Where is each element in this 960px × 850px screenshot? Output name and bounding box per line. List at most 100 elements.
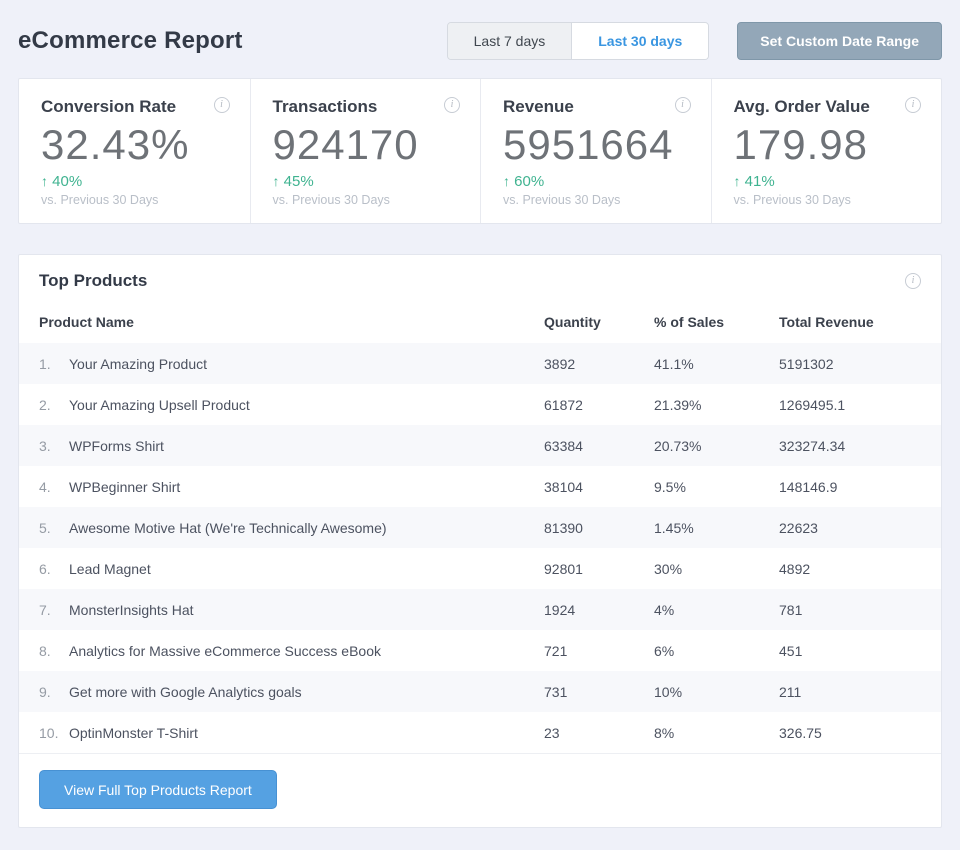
percent-of-sales-cell: 21.39% — [654, 397, 779, 413]
top-products-title: Top Products — [39, 271, 147, 291]
stat-compare-label: vs. Previous 30 Days — [734, 193, 922, 207]
percent-of-sales-cell: 4% — [654, 602, 779, 618]
product-name: WPBeginner Shirt — [69, 479, 180, 495]
percent-of-sales-cell: 41.1% — [654, 356, 779, 372]
stat-change: ↑ 40% — [41, 173, 230, 190]
stat-change-value: 40% — [52, 173, 82, 190]
row-index: 2. — [39, 397, 69, 413]
product-name-cell: 10. OptinMonster T-Shirt — [39, 725, 544, 741]
product-name-cell: 7. MonsterInsights Hat — [39, 602, 544, 618]
info-icon[interactable]: i — [905, 273, 921, 289]
info-icon[interactable]: i — [214, 97, 230, 113]
product-name-cell: 2. Your Amazing Upsell Product — [39, 397, 544, 413]
total-revenue-cell: 781 — [779, 602, 921, 618]
top-products-card: Top Products i Product Name Quantity % o… — [18, 254, 942, 828]
set-custom-date-range-button[interactable]: Set Custom Date Range — [737, 22, 942, 60]
quantity-cell: 61872 — [544, 397, 654, 413]
table-row: 3. WPForms Shirt 63384 20.73% 323274.34 — [19, 425, 941, 466]
product-name-cell: 6. Lead Magnet — [39, 561, 544, 577]
stat-card-header: Conversion Rate i — [41, 97, 230, 117]
tab-last-30-days[interactable]: Last 30 days — [571, 23, 708, 59]
row-index: 3. — [39, 438, 69, 454]
table-row: 6. Lead Magnet 92801 30% 4892 — [19, 548, 941, 589]
percent-of-sales-cell: 8% — [654, 725, 779, 741]
total-revenue-cell: 4892 — [779, 561, 921, 577]
total-revenue-cell: 5191302 — [779, 356, 921, 372]
stat-value: 179.98 — [734, 123, 922, 167]
product-name-cell: 4. WPBeginner Shirt — [39, 479, 544, 495]
info-icon[interactable]: i — [905, 97, 921, 113]
tab-last-7-days[interactable]: Last 7 days — [448, 23, 572, 59]
product-name: Your Amazing Upsell Product — [69, 397, 250, 413]
stat-value: 924170 — [273, 123, 461, 167]
product-name-cell: 5. Awesome Motive Hat (We're Technically… — [39, 520, 544, 536]
stat-title: Transactions — [273, 97, 378, 117]
table-row: 10. OptinMonster T-Shirt 23 8% 326.75 — [19, 712, 941, 753]
product-name-cell: 1. Your Amazing Product — [39, 356, 544, 372]
table-row: 7. MonsterInsights Hat 1924 4% 781 — [19, 589, 941, 630]
column-header-percent-of-sales: % of Sales — [654, 314, 779, 330]
total-revenue-cell: 323274.34 — [779, 438, 921, 454]
stat-change-value: 41% — [745, 173, 775, 190]
up-arrow-icon: ↑ — [503, 173, 510, 189]
stat-value: 5951664 — [503, 123, 691, 167]
info-icon[interactable]: i — [675, 97, 691, 113]
up-arrow-icon: ↑ — [41, 173, 48, 189]
percent-of-sales-cell: 1.45% — [654, 520, 779, 536]
date-range-tabs: Last 7 days Last 30 days — [447, 22, 710, 60]
stat-compare-label: vs. Previous 30 Days — [503, 193, 691, 207]
info-icon[interactable]: i — [444, 97, 460, 113]
product-name: Analytics for Massive eCommerce Success … — [69, 643, 381, 659]
stats-summary: Conversion Rate i 32.43% ↑ 40% vs. Previ… — [18, 78, 942, 224]
product-name-cell: 8. Analytics for Massive eCommerce Succe… — [39, 643, 544, 659]
date-range-controls: Last 7 days Last 30 days Set Custom Date… — [447, 22, 942, 60]
view-full-top-products-report-button[interactable]: View Full Top Products Report — [39, 770, 277, 809]
product-name: MonsterInsights Hat — [69, 602, 194, 618]
row-index: 7. — [39, 602, 69, 618]
total-revenue-cell: 211 — [779, 684, 921, 700]
stat-card: Transactions i 924170 ↑ 45% vs. Previous… — [250, 79, 481, 223]
column-header-quantity: Quantity — [544, 314, 654, 330]
table-header-row: Product Name Quantity % of Sales Total R… — [19, 301, 941, 343]
stat-card-header: Avg. Order Value i — [734, 97, 922, 117]
stat-change: ↑ 60% — [503, 173, 691, 190]
quantity-cell: 721 — [544, 643, 654, 659]
stat-value: 32.43% — [41, 123, 230, 167]
quantity-cell: 38104 — [544, 479, 654, 495]
table-row: 8. Analytics for Massive eCommerce Succe… — [19, 630, 941, 671]
product-name: Awesome Motive Hat (We're Technically Aw… — [69, 520, 387, 536]
product-name: OptinMonster T-Shirt — [69, 725, 198, 741]
row-index: 10. — [39, 725, 69, 741]
row-index: 9. — [39, 684, 69, 700]
report-header: eCommerce Report Last 7 days Last 30 day… — [18, 22, 942, 60]
stat-card-header: Transactions i — [273, 97, 461, 117]
table-row: 4. WPBeginner Shirt 38104 9.5% 148146.9 — [19, 466, 941, 507]
product-name: Lead Magnet — [69, 561, 151, 577]
top-products-footer: View Full Top Products Report — [19, 753, 941, 827]
total-revenue-cell: 148146.9 — [779, 479, 921, 495]
table-body: 1. Your Amazing Product 3892 41.1% 51913… — [19, 343, 941, 753]
row-index: 5. — [39, 520, 69, 536]
up-arrow-icon: ↑ — [273, 173, 280, 189]
product-name-cell: 9. Get more with Google Analytics goals — [39, 684, 544, 700]
stat-title: Revenue — [503, 97, 574, 117]
stat-title: Conversion Rate — [41, 97, 176, 117]
stat-card-header: Revenue i — [503, 97, 691, 117]
table-row: 5. Awesome Motive Hat (We're Technically… — [19, 507, 941, 548]
stat-card: Revenue i 5951664 ↑ 60% vs. Previous 30 … — [480, 79, 711, 223]
product-name: WPForms Shirt — [69, 438, 164, 454]
percent-of-sales-cell: 6% — [654, 643, 779, 659]
quantity-cell: 731 — [544, 684, 654, 700]
row-index: 8. — [39, 643, 69, 659]
stat-compare-label: vs. Previous 30 Days — [273, 193, 461, 207]
stat-title: Avg. Order Value — [734, 97, 870, 117]
percent-of-sales-cell: 9.5% — [654, 479, 779, 495]
row-index: 6. — [39, 561, 69, 577]
row-index: 4. — [39, 479, 69, 495]
stat-change-value: 45% — [284, 173, 314, 190]
total-revenue-cell: 451 — [779, 643, 921, 659]
percent-of-sales-cell: 30% — [654, 561, 779, 577]
percent-of-sales-cell: 10% — [654, 684, 779, 700]
row-index: 1. — [39, 356, 69, 372]
page-title: eCommerce Report — [18, 27, 243, 55]
